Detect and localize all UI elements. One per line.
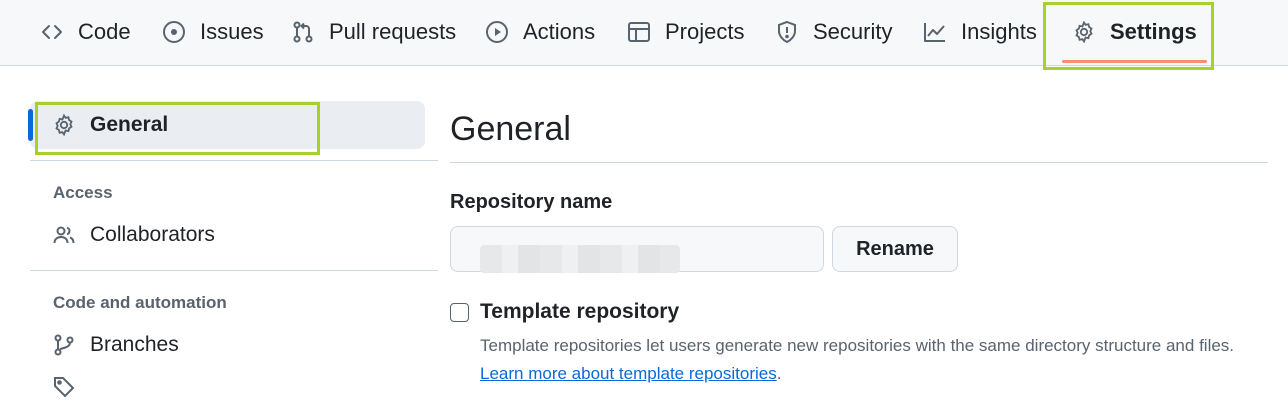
tab-projects[interactable]: Projects [627, 0, 744, 64]
repository-name-label: Repository name [450, 191, 613, 213]
tab-label: Settings [1110, 19, 1197, 44]
tab-issues[interactable]: Issues [162, 0, 264, 64]
learn-more-link[interactable]: Learn more about template repositories [480, 364, 777, 383]
sidebar-heading-automation: Code and automation [53, 293, 227, 312]
issue-circle-icon [162, 20, 186, 44]
tab-settings[interactable]: Settings [1060, 0, 1209, 64]
pull-request-icon [291, 20, 315, 44]
tab-label: Actions [523, 19, 596, 44]
tab-label: Security [813, 19, 893, 44]
gear-icon [52, 113, 76, 137]
tab-code[interactable]: Code [40, 0, 131, 64]
tab-label: Pull requests [329, 19, 457, 44]
people-icon [52, 223, 76, 247]
gear-icon [1072, 20, 1096, 44]
tab-label: Insights [961, 19, 1037, 44]
play-icon [485, 20, 509, 44]
sidebar-item-label: General [90, 113, 169, 136]
tag-icon [52, 375, 76, 399]
sidebar-item-label: Branches [90, 333, 179, 356]
sidebar-item-label: Collaborators [90, 223, 215, 246]
sidebar-item-partial[interactable] [30, 369, 438, 399]
branch-icon [52, 333, 76, 357]
divider [30, 270, 438, 271]
sidebar-item-general[interactable]: General [28, 101, 425, 149]
template-help-text: Template repositories let users generate… [480, 332, 1270, 388]
template-repository-label[interactable]: Template repository [480, 300, 679, 324]
sidebar-heading-access: Access [53, 183, 113, 202]
page-title: General [450, 101, 1268, 163]
active-tab-underline [1062, 60, 1207, 63]
help-text: Template repositories let users generate… [480, 336, 1235, 355]
rename-button[interactable]: Rename [832, 226, 958, 272]
settings-sidebar: General Access Collaborators Code and au… [28, 101, 438, 399]
help-text-end: . [776, 364, 782, 383]
template-repository-row: Template repository [450, 300, 1270, 324]
shield-icon [775, 20, 799, 44]
tab-insights[interactable]: Insights [923, 0, 1037, 64]
template-repository-checkbox[interactable] [450, 302, 469, 322]
tab-label: Code [78, 19, 131, 44]
divider [30, 160, 438, 161]
tab-security[interactable]: Security [775, 0, 892, 64]
tab-actions[interactable]: Actions [485, 0, 595, 64]
tab-label: Projects [665, 19, 745, 44]
active-indicator [28, 109, 33, 141]
tab-label: Issues [200, 19, 264, 44]
table-icon [627, 20, 651, 44]
redacted-name-blur [480, 245, 680, 273]
tab-pull-requests[interactable]: Pull requests [291, 0, 456, 64]
sidebar-item-collaborators[interactable]: Collaborators [30, 211, 438, 259]
sidebar-item-branches[interactable]: Branches [30, 321, 438, 369]
graph-icon [923, 20, 947, 44]
repo-tab-bar: Code Issues Pull requests Actions Projec… [0, 0, 1288, 66]
code-icon [40, 20, 64, 44]
